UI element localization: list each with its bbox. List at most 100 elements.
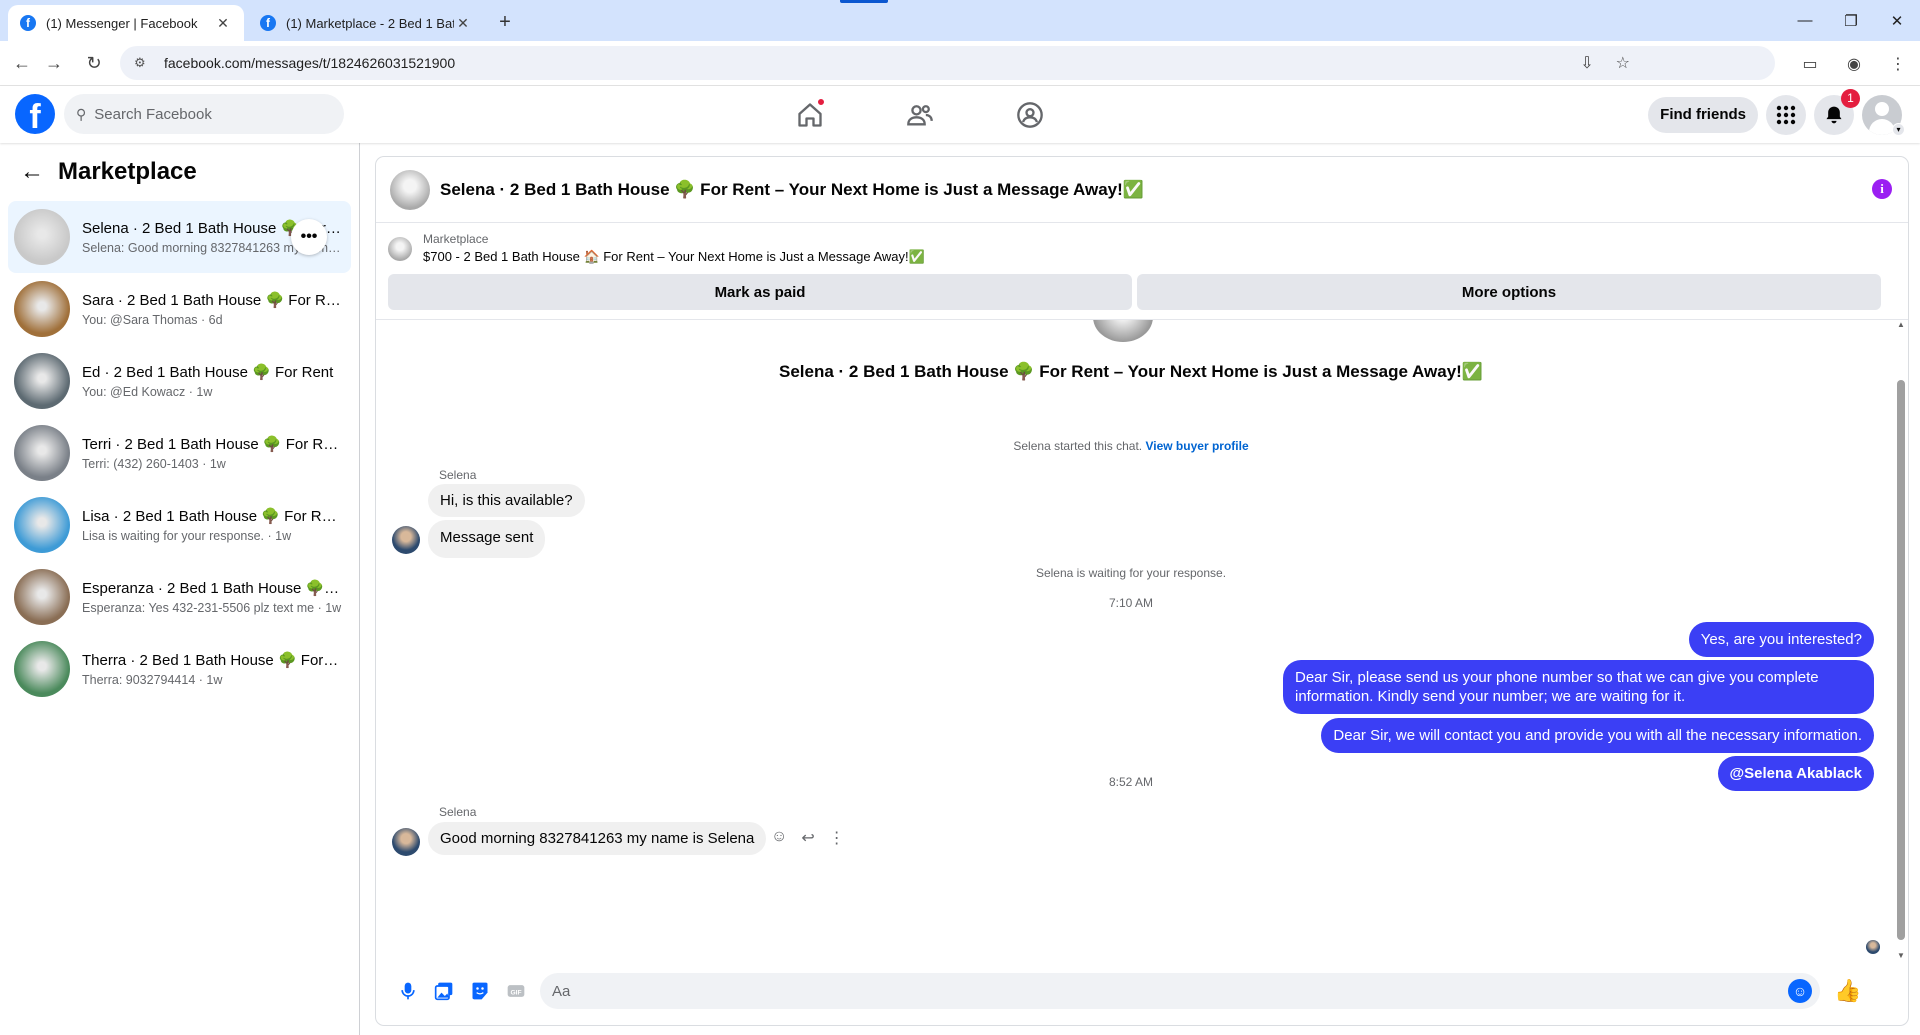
bookmark-star-icon[interactable]: ☆ — [1616, 53, 1630, 73]
conversation-name: Esperanza · 2 Bed 1 Bath House 🌳 For Ren… — [82, 580, 342, 597]
more-actions-icon[interactable]: ⋮ — [829, 828, 845, 848]
menu-grid-icon — [1776, 105, 1796, 124]
facebook-search[interactable]: ⚲ — [64, 94, 344, 134]
svg-text:GIF: GIF — [510, 989, 521, 996]
site-settings-icon[interactable]: ⚙ — [134, 55, 150, 71]
nav-home[interactable] — [775, 86, 845, 143]
nav-friends[interactable] — [885, 86, 955, 143]
conversation-item[interactable]: Terri · 2 Bed 1 Bath House 🌳 For Rent Ter… — [8, 417, 351, 489]
message-composer: GIF ☺ 👍 — [376, 957, 1908, 1025]
tab-search-icon[interactable]: ▭ — [1788, 54, 1832, 74]
friends-icon — [907, 104, 933, 125]
chevron-down-icon[interactable]: ▾ — [1892, 123, 1905, 136]
more-options-button[interactable]: More options — [1137, 274, 1881, 310]
seen-indicator-avatar — [1866, 940, 1880, 954]
tab-title: (1) Messenger | Facebook — [46, 15, 198, 31]
minimize-icon[interactable]: — — [1782, 0, 1828, 41]
window-controls: — ❐ ✕ — [1782, 0, 1920, 41]
forward-icon[interactable]: → — [40, 49, 68, 77]
restore-icon[interactable]: ❐ — [1828, 0, 1874, 41]
chat-started-note: Selena started this chat. View buyer pro… — [376, 439, 1886, 453]
address-bar[interactable]: ⚙ facebook.com/messages/t/18246260315219… — [120, 46, 1775, 80]
incoming-message[interactable]: Hi, is this available? — [428, 484, 585, 517]
browser-toolbar: ← → ↻ ⚙ facebook.com/messages/t/18246260… — [0, 41, 1920, 86]
sender-name: Selena — [439, 805, 477, 819]
selena-avatar[interactable] — [392, 526, 420, 554]
react-emoji-icon[interactable]: ☺ — [771, 828, 787, 848]
home-notification-dot — [817, 98, 825, 106]
conversation-preview: You: @Ed Kowacz · 1w — [82, 385, 213, 399]
conversation-list: Selena · 2 Bed 1 Bath House 🌳 For Rent Se… — [0, 201, 359, 705]
outgoing-message[interactable]: Dear Sir, please send us your phone numb… — [1283, 660, 1874, 714]
info-icon[interactable]: i — [1872, 179, 1892, 199]
sticker-icon — [472, 982, 488, 1000]
close-tab-icon[interactable]: ✕ — [214, 15, 232, 32]
browser-menu-icon[interactable]: ⋮ — [1876, 54, 1920, 74]
conversation-thumbnail — [14, 641, 70, 697]
message-input[interactable] — [552, 982, 1752, 1000]
conversation-preview: You: @Sara Thomas · 6d — [82, 313, 223, 327]
thumbs-up-icon[interactable]: 👍 — [1834, 978, 1861, 1004]
conversation-options-icon[interactable]: ••• — [291, 219, 327, 255]
conversation-panel: Selena · 2 Bed 1 Bath House 🌳 For Rent –… — [376, 157, 1908, 1025]
incoming-message[interactable]: Message sent — [428, 520, 546, 558]
chat-started-text: Selena started this chat. — [1013, 439, 1143, 453]
back-icon[interactable]: ← — [8, 49, 36, 77]
outgoing-message[interactable]: Dear Sir, we will contact you and provid… — [1321, 718, 1874, 753]
reload-icon[interactable]: ↻ — [80, 49, 108, 77]
message-thread: Selena · 2 Bed 1 Bath House 🌳 For Rent –… — [376, 320, 1886, 960]
facebook-logo[interactable]: f — [15, 94, 55, 134]
tab-messenger[interactable]: f (1) Messenger | Facebook ✕ — [8, 5, 244, 41]
search-input[interactable] — [94, 105, 295, 123]
conversation-item[interactable]: Lisa · 2 Bed 1 Bath House 🌳 For Rent Lisa… — [8, 489, 351, 561]
omnibox-actions: ⇩ ☆ — [1580, 46, 1630, 80]
conversation-texts: Sara · 2 Bed 1 Bath House 🌳 For Rent You:… — [82, 291, 342, 327]
conversation-texts: Lisa · 2 Bed 1 Bath House 🌳 For Rent Lisa… — [82, 507, 342, 543]
selena-avatar[interactable] — [392, 828, 420, 856]
conversation-item[interactable]: Ed · 2 Bed 1 Bath House 🌳 For Rent You: @… — [8, 345, 351, 417]
notifications-button[interactable]: 1 — [1814, 88, 1860, 135]
marketplace-sidebar: ← Marketplace Selena · 2 Bed 1 Bath Hous… — [0, 143, 360, 1035]
gif-button[interactable]: GIF — [498, 973, 534, 1009]
url-text: facebook.com/messages/t/1824626031521900 — [164, 55, 456, 71]
thread-scrollbar[interactable]: ▲ ▼ — [1896, 320, 1906, 960]
back-arrow-icon[interactable]: ← — [20, 158, 44, 186]
sidebar-title: Marketplace — [58, 158, 197, 185]
sticker-button[interactable] — [462, 973, 498, 1009]
install-app-icon[interactable]: ⇩ — [1580, 53, 1593, 73]
conversation-item[interactable]: Selena · 2 Bed 1 Bath House 🌳 For Rent Se… — [8, 201, 351, 273]
scroll-thumb[interactable] — [1897, 380, 1905, 940]
listing-thumbnail[interactable] — [388, 237, 412, 261]
scroll-up-arrow-icon[interactable]: ▲ — [1896, 320, 1906, 329]
conversation-texts: Ed · 2 Bed 1 Bath House 🌳 For Rent You: @… — [82, 363, 342, 399]
listing-avatar[interactable] — [390, 169, 430, 210]
tab-marketplace[interactable]: f (1) Marketplace - 2 Bed 1 Bath H ✕ — [248, 5, 484, 41]
menu-grid-button[interactable] — [1766, 94, 1806, 135]
image-attach-icon — [434, 982, 453, 1001]
conversation-item[interactable]: Sara · 2 Bed 1 Bath House 🌳 For Rent You:… — [8, 273, 351, 345]
outgoing-message[interactable]: Yes, are you interested? — [1688, 622, 1874, 657]
listing-title[interactable]: $700 - 2 Bed 1 Bath House 🏠 For Rent – Y… — [423, 249, 925, 265]
voice-clip-button[interactable] — [390, 973, 426, 1009]
incoming-message[interactable]: Good morning 8327841263 my name is Selen… — [428, 822, 767, 855]
reply-icon[interactable]: ↩ — [801, 828, 814, 848]
notification-count-badge: 1 — [1841, 88, 1860, 108]
conversation-item[interactable]: Therra · 2 Bed 1 Bath House 🌳 For Rent Th… — [8, 633, 351, 705]
profile-icon[interactable]: ◉ — [1832, 54, 1876, 74]
view-buyer-profile-link[interactable]: View buyer profile — [1145, 439, 1248, 453]
tab-title: (1) Marketplace - 2 Bed 1 Bath H — [286, 15, 454, 31]
close-window-icon[interactable]: ✕ — [1874, 0, 1920, 41]
mark-as-paid-button[interactable]: Mark as paid — [388, 274, 1132, 310]
chat-title[interactable]: Selena · 2 Bed 1 Bath House 🌳 For Rent –… — [440, 180, 1144, 200]
conversation-thumbnail — [14, 209, 70, 265]
new-tab-button[interactable]: + — [491, 8, 519, 36]
conversation-preview: Esperanza: Yes 432-231-5506 plz text me … — [82, 601, 342, 615]
bell-icon — [1826, 106, 1842, 123]
find-friends-button[interactable]: Find friends — [1648, 96, 1758, 133]
conversation-item[interactable]: Esperanza · 2 Bed 1 Bath House 🌳 For Ren… — [8, 561, 351, 633]
attach-media-button[interactable] — [426, 973, 462, 1009]
emoji-icon[interactable]: ☺ — [1788, 979, 1812, 1003]
close-tab-icon[interactable]: ✕ — [454, 15, 472, 32]
nav-groups[interactable] — [995, 86, 1065, 143]
conversation-thumbnail — [14, 569, 70, 625]
